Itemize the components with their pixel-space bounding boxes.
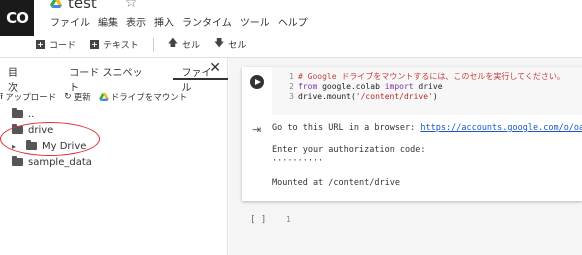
play-icon[interactable] (250, 75, 264, 89)
output-line: ·········· (272, 156, 324, 166)
code-keyword: import (384, 82, 414, 91)
close-icon[interactable]: ✕ (209, 60, 221, 76)
move-cell-down-label: セル (228, 41, 247, 51)
folder-up-icon (12, 108, 23, 118)
code-text: drive.mount( (298, 92, 356, 101)
file-actions: ⭱ アップロード ↻ 更新 ドライブをマウント (0, 89, 187, 105)
arrow-up-icon: 🡅 (167, 38, 179, 49)
upload-icon: ⭱ (0, 92, 4, 102)
highlight-annotation (0, 122, 100, 156)
line-number: 1 (286, 215, 291, 224)
auth-link[interactable]: https://accounts.google.com/o/oauth2/ (420, 123, 582, 133)
colab-logo[interactable]: CO (0, 0, 34, 36)
drive-icon (98, 93, 109, 101)
code-line: 3 drive.mount( '/content/drive' ) (272, 92, 582, 102)
refresh-button[interactable]: ↻ 更新 (64, 91, 91, 103)
output-line: Enter your authorization code: (272, 145, 426, 155)
add-code-button[interactable]: + コード (36, 38, 76, 51)
code-comment: # Google ドライブをマウントするには、このセルを実行してください。 (298, 72, 565, 81)
move-cell-up-label: セル (182, 41, 201, 51)
line-number: 3 (289, 92, 294, 101)
output-line: Mounted at /content/drive (272, 178, 400, 188)
notebook-title[interactable]: test (68, 0, 97, 12)
header: CO test ☆ ファイル 編集 表示 挿入 ランタイム ツール ヘルプ + … (0, 0, 582, 58)
notebook-area: 1 # Google ドライブをマウントするには、このセルを実行してください。 … (229, 58, 582, 255)
tree-item-label: sample_data (28, 156, 92, 168)
refresh-label: 更新 (73, 93, 91, 103)
plus-icon: + (90, 40, 100, 49)
code-line: 1 # Google ドライブをマウントするには、このセルを実行してください。 (272, 72, 582, 82)
toolbar-divider (152, 37, 154, 52)
code-text: ) (432, 92, 438, 101)
refresh-icon: ↻ (64, 92, 72, 102)
code-editor[interactable]: 1 # Google ドライブをマウントするには、このセルを実行してください。 … (272, 67, 582, 115)
tree-item-sample-data[interactable]: sample_data (0, 154, 92, 170)
menu-help[interactable]: ヘルプ (278, 14, 308, 29)
code-text: google.colab (317, 82, 385, 91)
upload-button[interactable]: ⭱ アップロード (0, 89, 56, 105)
add-text-label: テキスト (103, 41, 139, 51)
upload-label: アップロード (5, 93, 57, 103)
code-text: drive (413, 82, 443, 91)
menu-bar: ファイル 編集 表示 挿入 ランタイム ツール ヘルプ (50, 14, 308, 29)
move-cell-down-button[interactable]: 🡇 セル (214, 36, 246, 53)
plus-icon: + (36, 40, 45, 49)
move-cell-up-button[interactable]: 🡅 セル (168, 36, 200, 53)
output-line: Go to this URL in a browser: (272, 123, 421, 133)
menu-edit[interactable]: 編集 (98, 14, 118, 29)
star-icon[interactable]: ☆ (125, 0, 138, 11)
menu-file[interactable]: ファイル (50, 14, 90, 29)
code-keyword: from (298, 82, 318, 91)
menu-tools[interactable]: ツール (240, 14, 270, 29)
tab-code-snippets[interactable]: コード スニペット (61, 58, 157, 94)
cell-output: ⇥ Go to this URL in a browser: https://a… (242, 115, 582, 201)
execution-count: [ ] (250, 215, 267, 225)
mount-drive-button[interactable]: ドライブをマウント (98, 91, 188, 103)
add-text-button[interactable]: + テキスト (90, 38, 139, 51)
add-code-label: コード (49, 41, 77, 51)
arrow-down-icon: 🡇 (214, 38, 225, 49)
mount-drive-label: ドライブをマウント (110, 93, 188, 103)
tree-item-parent[interactable]: .. (0, 106, 92, 122)
code-cell[interactable]: 1 # Google ドライブをマウントするには、このセルを実行してください。 … (242, 67, 582, 201)
line-number: 2 (289, 82, 294, 91)
line-number: 1 (289, 72, 294, 81)
code-line: 2 from google.colab import drive (272, 82, 582, 92)
code-string: '/content/drive' (355, 92, 433, 101)
menu-view[interactable]: 表示 (126, 14, 146, 29)
sidebar-tabs: 目次 コード スニペット ファイル (0, 58, 228, 94)
drive-icon (50, 0, 62, 8)
tree-item-label: .. (28, 108, 35, 120)
menu-insert[interactable]: 挿入 (154, 14, 174, 29)
output-icon[interactable]: ⇥ (252, 123, 261, 136)
output-text: Go to this URL in a browser: https://acc… (272, 123, 582, 189)
tab-toc[interactable]: 目次 (0, 58, 35, 94)
folder-icon (12, 156, 23, 166)
toolbar: + コード + テキスト 🡅 セル 🡇 セル (36, 36, 246, 53)
menu-runtime[interactable]: ランタイム (182, 14, 232, 29)
sidebar: 目次 コード スニペット ファイル ✕ ⭱ アップロード ↻ 更新 ドライブをマ… (0, 58, 228, 255)
empty-code-cell[interactable]: [ ] 1 (242, 210, 582, 232)
title-row: test ☆ (50, 0, 137, 12)
